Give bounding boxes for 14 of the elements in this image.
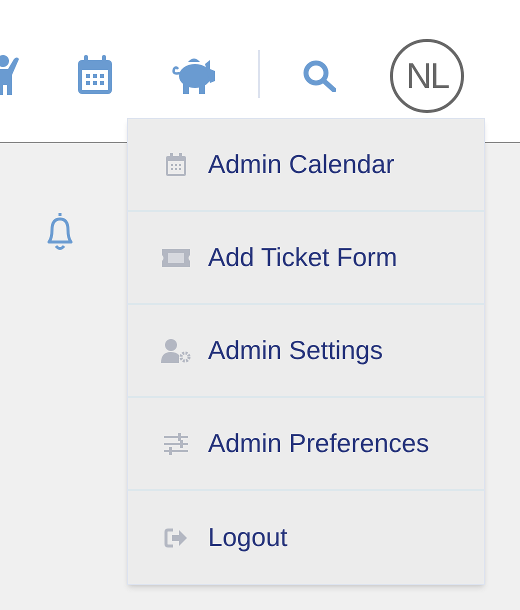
sliders-icon	[164, 432, 188, 454]
menu-item[interactable]: Admin Preferences	[128, 398, 484, 491]
menu-item[interactable]: Admin Calendar	[128, 119, 484, 212]
ticket-icon	[162, 248, 190, 266]
user-avatar[interactable]: NL	[390, 39, 464, 113]
menu-item[interactable]: Admin Settings	[128, 305, 484, 398]
search-icon[interactable]	[303, 60, 336, 92]
logout-icon	[164, 528, 188, 548]
person-waving-icon[interactable]	[0, 55, 20, 97]
user-gear-icon	[161, 338, 191, 362]
calendar-icon[interactable]	[77, 55, 113, 95]
menu-item[interactable]: Logout	[128, 491, 484, 584]
calendar-icon	[165, 152, 187, 176]
menu-item[interactable]: Add Ticket Form	[128, 212, 484, 305]
